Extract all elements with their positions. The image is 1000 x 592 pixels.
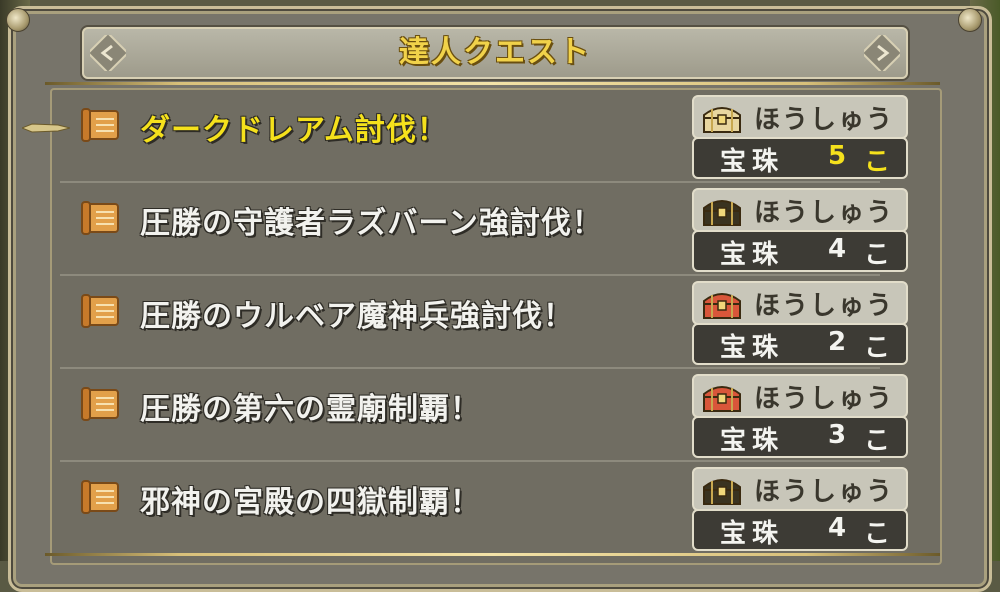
quest-row[interactable]: 邪神の宮殿の四獄制覇！ ほうしゅう 宝珠 4 こ — [56, 465, 908, 555]
reward-box: ほうしゅう 宝珠 2 こ — [692, 281, 908, 365]
black-chest-icon — [703, 200, 741, 226]
reward-header: ほうしゅう — [692, 374, 908, 418]
row-divider — [60, 181, 880, 183]
reward-box: ほうしゅう 宝珠 4 こ — [692, 188, 908, 272]
reward-unit: こ — [864, 333, 891, 363]
window-title: 達人クエスト — [399, 35, 591, 70]
quest-row[interactable]: 圧勝のウルベア魔神兵強討伐！ ほうしゅう 宝珠 2 こ — [56, 279, 908, 369]
quest-name: 圧勝の守護者ラズバーン強討伐！ — [140, 206, 603, 241]
reward-header: ほうしゅう — [692, 188, 908, 232]
reward-label: ほうしゅう — [754, 291, 895, 321]
reward-unit: こ — [864, 147, 891, 177]
row-divider — [60, 367, 880, 369]
divider — [45, 82, 940, 85]
reward-unit: こ — [864, 240, 891, 270]
red-chest-icon — [703, 293, 741, 319]
reward-count: 4 — [828, 234, 847, 264]
reward-unit: こ — [864, 519, 891, 549]
quest-name: 邪神の宮殿の四獄制覇！ — [140, 485, 481, 520]
reward-value: 宝珠 4 こ — [692, 230, 908, 272]
quest-scroll-icon — [81, 480, 119, 514]
reward-value: 宝珠 3 こ — [692, 416, 908, 458]
row-divider — [60, 274, 880, 276]
reward-item: 宝珠 — [720, 240, 785, 270]
reward-box: ほうしゅう 宝珠 5 こ — [692, 95, 908, 179]
corner-ornament-icon — [958, 8, 982, 32]
reward-label: ほうしゅう — [754, 105, 895, 135]
reward-count: 5 — [828, 141, 847, 171]
reward-item: 宝珠 — [720, 519, 785, 549]
reward-header: ほうしゅう — [692, 281, 908, 325]
reward-value: 宝珠 5 こ — [692, 137, 908, 179]
black-chest-icon — [703, 479, 741, 505]
reward-label: ほうしゅう — [754, 198, 895, 228]
reward-box: ほうしゅう 宝珠 4 こ — [692, 467, 908, 551]
title-bar: 達人クエスト — [82, 27, 908, 79]
gold-chest-sparkle-icon — [703, 107, 741, 133]
next-page-arrow-icon[interactable] — [860, 31, 904, 75]
quest-scroll-icon — [81, 294, 119, 328]
quest-row[interactable]: 圧勝の守護者ラズバーン強討伐！ ほうしゅう 宝珠 4 こ — [56, 186, 908, 276]
reward-label: ほうしゅう — [754, 477, 895, 507]
reward-header: ほうしゅう — [692, 95, 908, 139]
quest-name: 圧勝の第六の霊廟制覇！ — [140, 392, 481, 427]
quest-scroll-icon — [81, 201, 119, 235]
reward-item: 宝珠 — [720, 147, 785, 177]
quest-row[interactable]: ダークドレアム討伐！ ほうしゅう 宝珠 5 こ — [56, 93, 908, 183]
quest-row[interactable]: 圧勝の第六の霊廟制覇！ ほうしゅう 宝珠 3 こ — [56, 372, 908, 462]
row-divider — [60, 460, 880, 462]
reward-count: 3 — [828, 420, 847, 450]
reward-label: ほうしゅう — [754, 384, 895, 414]
reward-value: 宝珠 4 こ — [692, 509, 908, 551]
red-chest-icon — [703, 386, 741, 412]
reward-count: 2 — [828, 327, 847, 357]
reward-item: 宝珠 — [720, 426, 785, 456]
quest-name: 圧勝のウルベア魔神兵強討伐！ — [140, 299, 574, 334]
reward-value: 宝珠 2 こ — [692, 323, 908, 365]
reward-unit: こ — [864, 426, 891, 456]
quest-name: ダークドレアム討伐！ — [140, 113, 448, 148]
quest-scroll-icon — [81, 387, 119, 421]
quest-scroll-icon — [81, 108, 119, 142]
reward-header: ほうしゅう — [692, 467, 908, 511]
reward-box: ほうしゅう 宝珠 3 こ — [692, 374, 908, 458]
reward-count: 4 — [828, 513, 847, 543]
reward-item: 宝珠 — [720, 333, 785, 363]
corner-ornament-icon — [6, 8, 30, 32]
